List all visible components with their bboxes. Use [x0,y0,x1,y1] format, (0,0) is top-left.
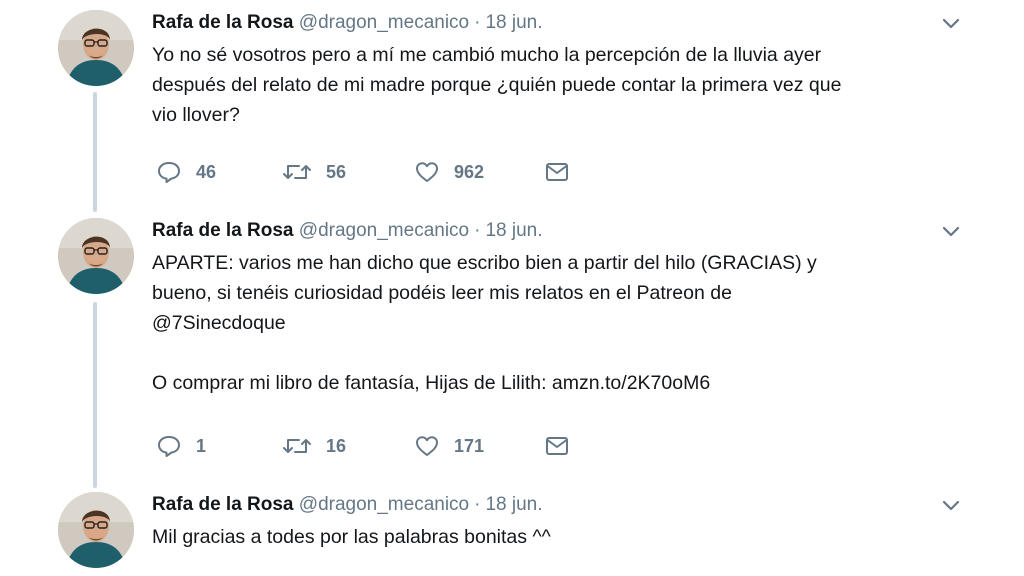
separator-dot: · [474,12,481,33]
avatar-image [58,218,134,294]
envelope-icon [546,163,568,181]
chevron-down-icon[interactable] [940,14,962,32]
like-count: 962 [454,161,485,182]
user-handle[interactable]: @dragon_mecanico [299,220,469,241]
retweet-button[interactable]: 56 [282,158,346,186]
tweet-text: Yo no sé vosotros pero a mí me cambió mu… [152,44,842,126]
tweet-actions: 46 56 962 [152,158,612,186]
separator-dot: · [474,220,481,241]
like-button[interactable]: 171 [414,432,484,460]
user-handle[interactable]: @dragon_mecanico [299,494,469,515]
heart-icon [416,436,438,456]
reply-icon [158,162,180,183]
tweet-date[interactable]: 18 jun. [485,494,542,515]
display-name[interactable]: Rafa de la Rosa [152,220,294,241]
avatar[interactable] [58,492,134,568]
tweet[interactable]: Rafa de la Rosa @dragon_mecanico · 18 jun.… [0,208,1024,478]
like-button[interactable]: 962 [414,158,484,186]
tweet-header: Rafa de la Rosa @dragon_mecanico · 18 jun. [152,12,543,34]
reply-button[interactable]: 1 [156,432,206,460]
like-count: 171 [454,435,485,456]
reply-button[interactable]: 46 [156,158,216,186]
display-name[interactable]: Rafa de la Rosa [152,12,294,33]
reply-count: 46 [196,161,217,182]
avatar-image [58,10,134,86]
separator-dot: · [474,494,481,515]
direct-message-button[interactable] [544,158,570,186]
retweet-button[interactable]: 16 [282,432,346,460]
avatar[interactable] [58,10,134,86]
envelope-icon [546,437,568,455]
user-handle[interactable]: @dragon_mecanico [299,12,469,33]
avatar-image [58,492,134,568]
tweet-header: Rafa de la Rosa @dragon_mecanico · 18 jun. [152,494,543,516]
retweet-icon [283,439,311,453]
tweet[interactable]: Rafa de la Rosa @dragon_mecanico · 18 jun.… [0,0,1024,200]
reply-count: 1 [196,435,207,456]
tweet-text: APARTE: varios me han dicho que escribo … [152,252,817,394]
reply-icon [158,436,180,457]
direct-message-button[interactable] [544,432,570,460]
heart-icon [416,162,438,182]
retweet-icon [283,165,311,179]
retweet-count: 56 [326,161,347,182]
retweet-count: 16 [326,435,347,456]
tweet-text: Mil gracias a todes por las palabras bon… [152,526,551,548]
tweet-actions: 1 16 171 [152,432,612,460]
tweet[interactable]: Rafa de la Rosa @dragon_mecanico · 18 jun.… [0,482,1024,576]
tweet-date[interactable]: 18 jun. [485,220,542,241]
tweet-date[interactable]: 18 jun. [485,12,542,33]
tweet-header: Rafa de la Rosa @dragon_mecanico · 18 jun. [152,220,543,242]
display-name[interactable]: Rafa de la Rosa [152,494,294,515]
chevron-down-icon[interactable] [940,222,962,240]
chevron-down-icon[interactable] [940,496,962,514]
avatar[interactable] [58,218,134,294]
